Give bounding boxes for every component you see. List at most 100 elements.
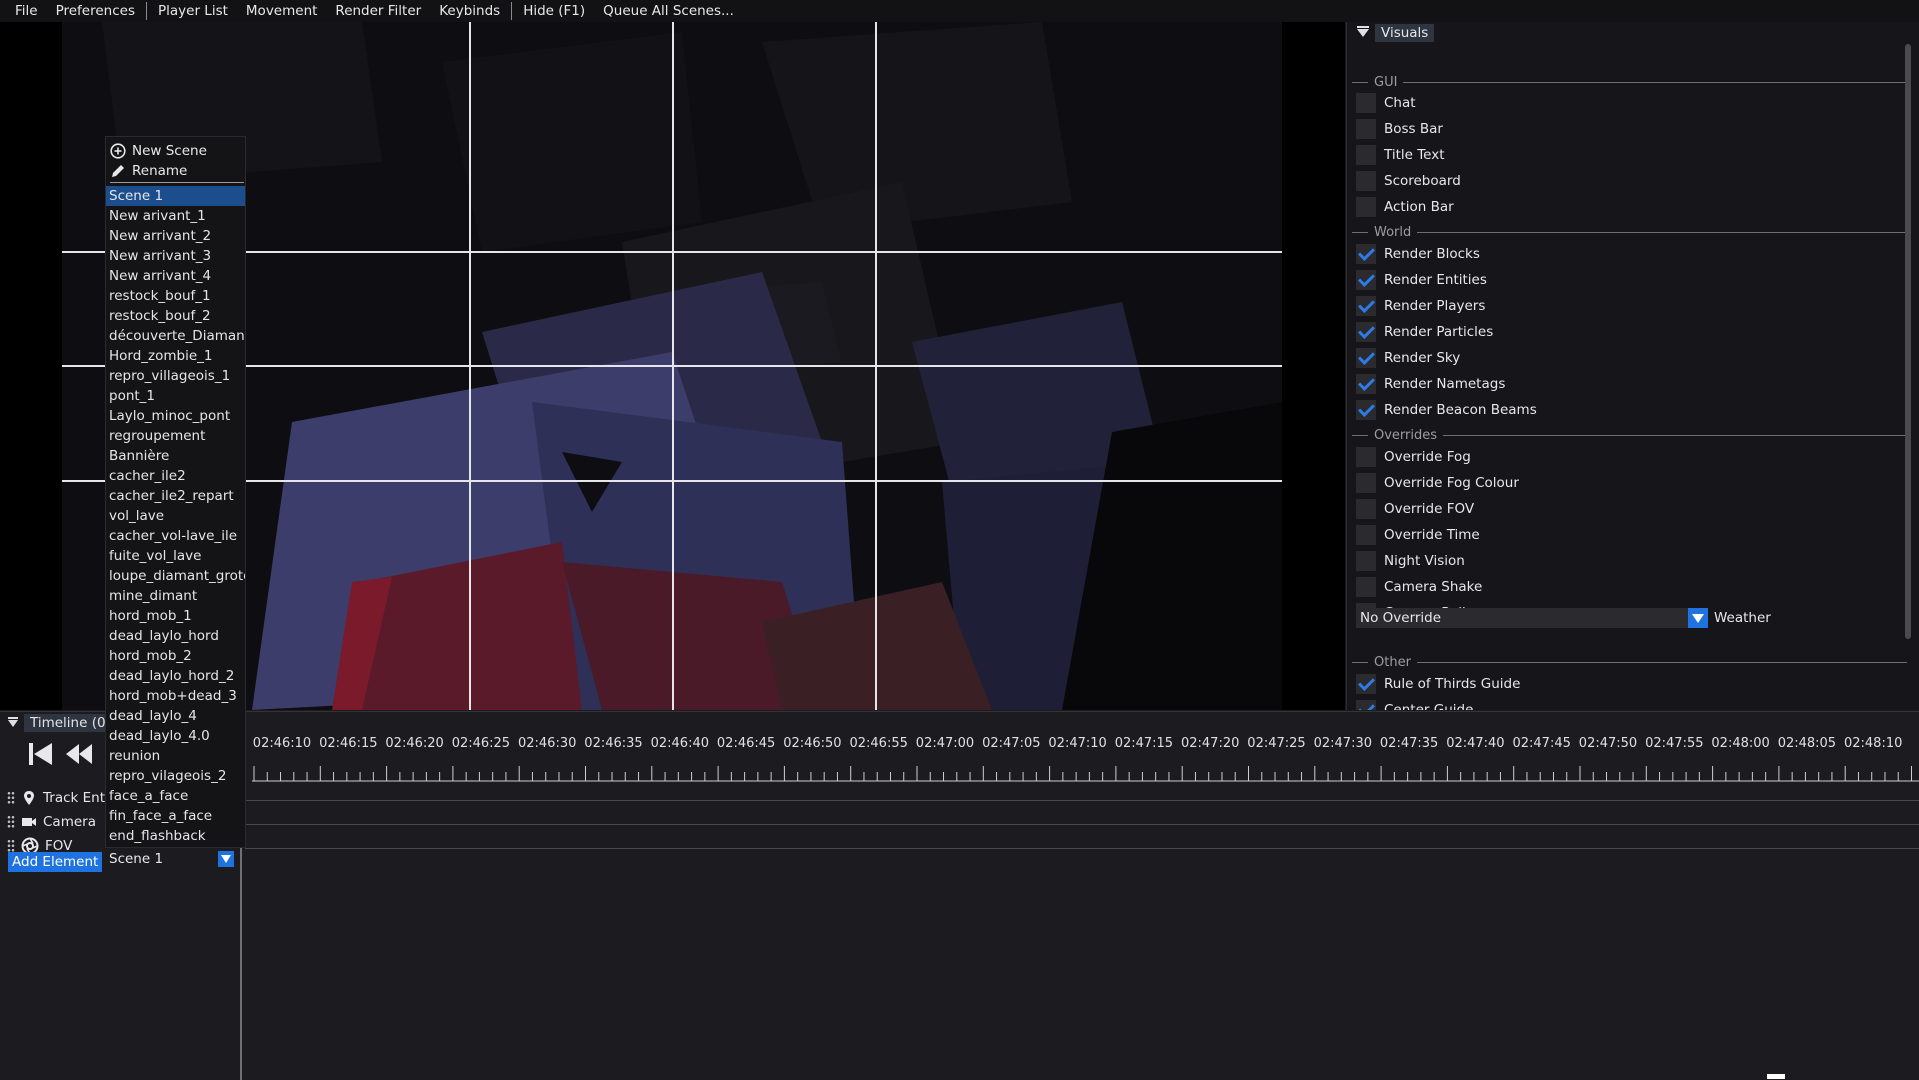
checkbox-row-boss-bar[interactable]: Boss Bar: [1356, 118, 1443, 140]
scene-item[interactable]: New arrivant_3: [106, 246, 245, 266]
track-row-camera[interactable]: Camera: [0, 811, 96, 833]
menu-file[interactable]: File: [6, 0, 47, 22]
checkbox-render-blocks[interactable]: [1356, 244, 1376, 264]
checkbox-row-render-sky[interactable]: Render Sky: [1356, 347, 1460, 369]
checkbox-row-camera-shake[interactable]: Camera Shake: [1356, 576, 1482, 598]
checkbox-row-night-vision[interactable]: Night Vision: [1356, 550, 1465, 572]
checkbox-row-center-guide[interactable]: Center Guide: [1356, 699, 1473, 710]
checkbox-row-chat[interactable]: Chat: [1356, 92, 1416, 114]
checkbox-render-sky[interactable]: [1356, 348, 1376, 368]
scene-item[interactable]: face_a_face: [106, 786, 245, 806]
menu-hide[interactable]: Hide (F1): [514, 0, 594, 22]
rename-button[interactable]: Rename: [110, 161, 187, 181]
collapse-icon[interactable]: [1357, 26, 1369, 37]
drag-handle-icon[interactable]: [7, 791, 15, 805]
scene-item[interactable]: repro_vilageois_2: [106, 766, 245, 786]
scene-item[interactable]: New arrivant_4: [106, 266, 245, 286]
timeline-header[interactable]: Timeline (00: [0, 712, 121, 734]
scene-item[interactable]: hord_mob_1: [106, 606, 245, 626]
menu-preferences[interactable]: Preferences: [47, 0, 144, 22]
scene-item[interactable]: regroupement: [106, 426, 245, 446]
scene-item[interactable]: découverte_Diamant: [106, 326, 245, 346]
menu-queue-all-scenes[interactable]: Queue All Scenes...: [594, 0, 743, 22]
scene-item[interactable]: mine_dimant: [106, 586, 245, 606]
visuals-header[interactable]: Visuals: [1347, 22, 1919, 44]
rewind-icon[interactable]: [64, 740, 94, 768]
drag-handle-icon[interactable]: [7, 815, 15, 829]
checkbox-render-players[interactable]: [1356, 296, 1376, 316]
scene-item[interactable]: repro_villageois_1: [106, 366, 245, 386]
chevron-down-icon[interactable]: [1688, 608, 1708, 628]
track-row-entity[interactable]: Track Ent: [0, 787, 105, 809]
checkbox-boss-bar[interactable]: [1356, 119, 1376, 139]
checkbox-scoreboard[interactable]: [1356, 171, 1376, 191]
scene-item[interactable]: vol_lave: [106, 506, 245, 526]
scene-item[interactable]: hord_mob_2: [106, 646, 245, 666]
scene-item[interactable]: fin_face_a_face: [106, 806, 245, 826]
timeline-divider[interactable]: [240, 845, 242, 1080]
skip-to-start-icon[interactable]: [26, 740, 56, 768]
checkbox-row-scoreboard[interactable]: Scoreboard: [1356, 170, 1461, 192]
scene-item[interactable]: Laylo_minoc_pont: [106, 406, 245, 426]
checkbox-row-render-players[interactable]: Render Players: [1356, 295, 1485, 317]
checkbox-row-override-fog[interactable]: Override Fog: [1356, 446, 1471, 468]
checkbox-row-title-text[interactable]: Title Text: [1356, 144, 1445, 166]
checkbox-title-text[interactable]: [1356, 145, 1376, 165]
menu-keybinds[interactable]: Keybinds: [430, 0, 509, 22]
add-element-button[interactable]: Add Element: [8, 852, 103, 872]
checkbox-row-render-blocks[interactable]: Render Blocks: [1356, 243, 1480, 265]
scene-item[interactable]: dead_laylo_4: [106, 706, 245, 726]
scene-item[interactable]: New arivant_1: [106, 206, 245, 226]
checkbox-camera-shake[interactable]: [1356, 577, 1376, 597]
checkbox-action-bar[interactable]: [1356, 197, 1376, 217]
checkbox-row-render-particles[interactable]: Render Particles: [1356, 321, 1493, 343]
scene-item[interactable]: pont_1: [106, 386, 245, 406]
scene-item[interactable]: cacher_vol-lave_ile: [106, 526, 245, 546]
timeline-ruler[interactable]: 02:46:10 02:46:15 02:46:20 02:46:25 02:46:30…: [252, 736, 1919, 784]
scene-item[interactable]: dead_laylo_hord_2: [106, 666, 245, 686]
checkbox-row-override-fog-colour[interactable]: Override Fog Colour: [1356, 472, 1519, 494]
checkbox-chat[interactable]: [1356, 93, 1376, 113]
scene-item[interactable]: cacher_ile2: [106, 466, 245, 486]
scene-item[interactable]: end_flashback: [106, 826, 245, 846]
scene-item[interactable]: Hord_zombie_1: [106, 346, 245, 366]
weather-select[interactable]: No Override: [1356, 608, 1708, 628]
checkbox-rule-of-thirds-guide[interactable]: [1356, 674, 1376, 694]
new-scene-button[interactable]: New Scene: [110, 141, 207, 161]
checkbox-render-nametags[interactable]: [1356, 374, 1376, 394]
scene-item[interactable]: New arrivant_2: [106, 226, 245, 246]
checkbox-row-action-bar[interactable]: Action Bar: [1356, 196, 1454, 218]
drag-handle-icon[interactable]: [7, 839, 15, 853]
scene-item[interactable]: restock_bouf_1: [106, 286, 245, 306]
scene-select[interactable]: Scene 1: [105, 850, 234, 868]
checkbox-override-fov[interactable]: [1356, 499, 1376, 519]
menu-render-filter[interactable]: Render Filter: [326, 0, 430, 22]
visuals-scrollbar[interactable]: [1905, 44, 1911, 639]
checkbox-row-render-entities[interactable]: Render Entities: [1356, 269, 1487, 291]
scene-item[interactable]: cacher_ile2_repart: [106, 486, 245, 506]
scene-item[interactable]: dead_laylo_hord: [106, 626, 245, 646]
collapse-icon[interactable]: [8, 716, 18, 727]
menu-player-list[interactable]: Player List: [149, 0, 237, 22]
checkbox-render-particles[interactable]: [1356, 322, 1376, 342]
scene-item[interactable]: reunion: [106, 746, 245, 766]
checkbox-center-guide[interactable]: [1356, 700, 1376, 710]
checkbox-row-rule-of-thirds-guide[interactable]: Rule of Thirds Guide: [1356, 673, 1520, 695]
checkbox-render-entities[interactable]: [1356, 270, 1376, 290]
checkbox-row-override-fov[interactable]: Override FOV: [1356, 498, 1474, 520]
scene-item[interactable]: restock_bouf_2: [106, 306, 245, 326]
checkbox-row-render-beacon-beams[interactable]: Render Beacon Beams: [1356, 399, 1537, 421]
checkbox-override-time[interactable]: [1356, 525, 1376, 545]
chevron-down-icon[interactable]: [218, 851, 234, 867]
scene-item[interactable]: fuite_vol_lave: [106, 546, 245, 566]
scene-item[interactable]: hord_mob+dead_3: [106, 686, 245, 706]
checkbox-override-fog[interactable]: [1356, 447, 1376, 467]
scene-item[interactable]: dead_laylo_4.0: [106, 726, 245, 746]
checkbox-override-fog-colour[interactable]: [1356, 473, 1376, 493]
menu-movement[interactable]: Movement: [237, 0, 327, 22]
scene-item[interactable]: Scene 1: [106, 186, 245, 206]
checkbox-row-render-nametags[interactable]: Render Nametags: [1356, 373, 1505, 395]
scene-item[interactable]: loupe_diamant_grote: [106, 566, 245, 586]
checkbox-row-override-time[interactable]: Override Time: [1356, 524, 1480, 546]
checkbox-night-vision[interactable]: [1356, 551, 1376, 571]
